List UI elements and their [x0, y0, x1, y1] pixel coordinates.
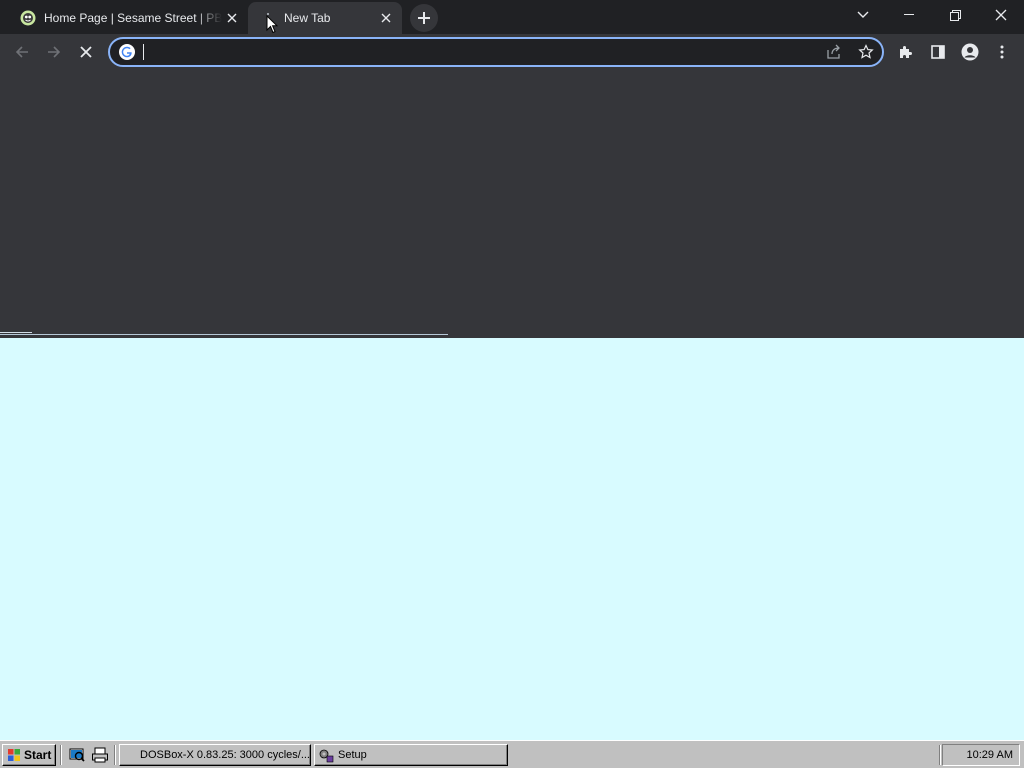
side-panel-icon [931, 45, 945, 59]
system-tray: 10:29 AM [942, 744, 1020, 766]
dosbox-icon [123, 747, 136, 763]
minimize-icon [904, 14, 914, 15]
side-panel-button[interactable] [924, 38, 952, 66]
forward-arrow-icon [48, 46, 61, 58]
menu-button[interactable] [988, 38, 1016, 66]
tab-search-icon [857, 11, 869, 18]
task-label: DOSBox-X 0.83.25: 3000 cycles/... [140, 749, 310, 761]
plus-icon [418, 12, 430, 24]
close-icon [995, 9, 1007, 21]
kebab-menu-icon [1000, 45, 1004, 59]
setup-icon [319, 749, 334, 763]
tab-sesame-street[interactable]: Home Page | Sesame Street | PBS [8, 2, 248, 34]
printer-icon[interactable] [91, 746, 109, 764]
tab-close-icon[interactable] [376, 8, 396, 28]
taskbar: Start DOSBox-X 0.83.25: 3000 cycles/... [0, 740, 1024, 768]
taskbar-separator [60, 745, 62, 765]
mouse-cursor-icon [266, 15, 278, 34]
profile-button[interactable] [956, 38, 984, 66]
back-button[interactable] [8, 38, 36, 66]
puzzle-piece-icon [900, 46, 912, 58]
task-button-setup[interactable]: Setup [314, 744, 508, 766]
forward-button[interactable] [40, 38, 68, 66]
profile-icon [961, 43, 979, 61]
taskbar-separator [939, 745, 941, 765]
render-artifact-line [0, 332, 32, 333]
new-tab-button[interactable] [410, 4, 438, 32]
share-icon[interactable] [824, 42, 844, 62]
close-window-button[interactable] [978, 0, 1024, 30]
restore-icon [949, 9, 961, 21]
show-desktop-icon[interactable] [68, 746, 86, 764]
extensions-button[interactable] [892, 38, 920, 66]
tab-title: New Tab [284, 11, 331, 25]
task-button-dosbox[interactable]: DOSBox-X 0.83.25: 3000 cycles/... [119, 744, 311, 766]
restore-button[interactable] [932, 0, 978, 30]
stop-loading-icon [80, 46, 92, 58]
taskbar-separator [114, 745, 116, 765]
page-content [0, 70, 1024, 338]
text-caret [143, 44, 144, 60]
address-bar[interactable] [108, 37, 884, 67]
start-label: Start [24, 748, 52, 762]
google-icon [119, 44, 135, 60]
clock[interactable]: 10:29 AM [967, 749, 1013, 761]
stop-loading-button[interactable] [72, 38, 100, 66]
tab-strip: Home Page | Sesame Street | PBS New Tab [0, 0, 1024, 34]
render-artifact-line [0, 334, 448, 335]
windows-logo-icon [8, 749, 20, 761]
start-button[interactable]: Start [2, 744, 56, 766]
tab-close-icon[interactable] [222, 8, 242, 28]
tab-search-button[interactable] [840, 0, 886, 30]
task-label: Setup [338, 749, 367, 761]
back-arrow-icon [15, 46, 28, 58]
minimize-button[interactable] [886, 0, 932, 30]
bookmark-star-icon[interactable] [856, 42, 876, 62]
screen: Home Page | Sesame Street | PBS New Tab [0, 0, 1024, 768]
tab-title: Home Page | Sesame Street | PBS [44, 11, 222, 25]
pbs-kids-icon [20, 10, 36, 26]
address-input[interactable] [142, 42, 782, 62]
browser-toolbar [0, 34, 1024, 70]
desktop-background [0, 339, 1024, 740]
